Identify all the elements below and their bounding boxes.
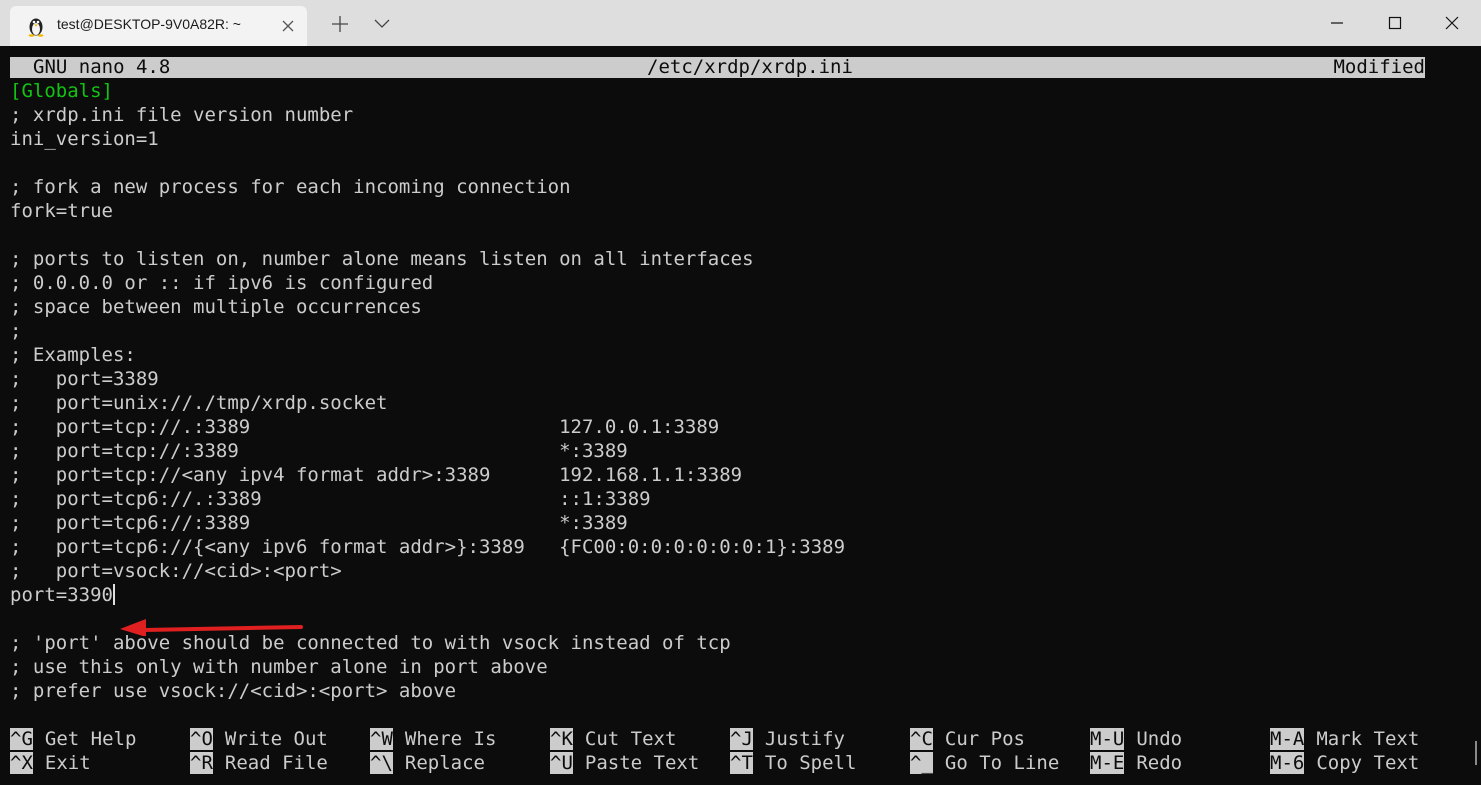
shortcut-justify[interactable]: ^J Justify	[730, 727, 845, 751]
shortcut-where-is[interactable]: ^W Where Is	[370, 727, 496, 751]
shortcut-copy-text[interactable]: M-6 Copy Text	[1270, 751, 1419, 775]
chevron-down-icon[interactable]	[372, 17, 392, 31]
shortcut-write-out[interactable]: ^O Write Out	[190, 727, 328, 751]
editor-line[interactable]: ; Examples:	[10, 343, 136, 367]
new-tab-plus-icon[interactable]	[330, 14, 350, 34]
red-arrow-annotation	[120, 619, 303, 636]
editor-line[interactable]: [Globals]	[10, 79, 113, 103]
editor-line[interactable]: ; prefer use vsock://<cid>:<port> above	[10, 679, 456, 703]
nano-header-bar: GNU nano 4.8 /etc/xrdp/xrdp.ini Modified	[10, 57, 1425, 78]
shortcut-read-file[interactable]: ^R Read File	[190, 751, 328, 775]
editor-line-current[interactable]: port=3390	[10, 583, 115, 607]
shortcut-to-spell[interactable]: ^T To Spell	[730, 751, 856, 775]
maximize-icon[interactable]	[1380, 8, 1410, 38]
editor-line[interactable]: ; port=3389	[10, 367, 159, 391]
file-path: /etc/xrdp/xrdp.ini	[647, 56, 853, 78]
terminal-tab[interactable]: test@DESKTOP-9V0A82R: ~	[10, 6, 307, 46]
shortcut-undo[interactable]: M-U Undo	[1090, 727, 1182, 751]
editor-line[interactable]: ; port=tcp6://{<any ipv6 format addr>}:3…	[10, 535, 845, 559]
nano-version: GNU nano 4.8	[33, 56, 171, 78]
shortcut-get-help[interactable]: ^G Get Help	[10, 727, 136, 751]
close-tab-icon[interactable]	[280, 18, 296, 34]
shortcut-paste-text[interactable]: ^U Paste Text	[550, 751, 699, 775]
modified-status: Modified	[1333, 56, 1425, 78]
shortcut-replace[interactable]: ^\ Replace	[370, 751, 485, 775]
editor-line[interactable]: fork=true	[10, 199, 113, 223]
shortcut-redo[interactable]: M-E Redo	[1090, 751, 1182, 775]
shortcut-cut-text[interactable]: ^K Cut Text	[550, 727, 676, 751]
editor-line[interactable]: ; port=vsock://<cid>:<port>	[10, 559, 342, 583]
scrollbar[interactable]	[1475, 741, 1477, 765]
editor-line[interactable]: ; 0.0.0.0 or :: if ipv6 is configured	[10, 271, 433, 295]
editor-line[interactable]: ; port=tcp6://.:3389 ::1:3389	[10, 487, 651, 511]
editor-line[interactable]: ;	[10, 319, 21, 343]
editor-line[interactable]: ; space between multiple occurrences	[10, 295, 422, 319]
editor-line[interactable]: ; fork a new process for each incoming c…	[10, 175, 571, 199]
terminal-area[interactable]: GNU nano 4.8 /etc/xrdp/xrdp.ini Modified…	[0, 46, 1481, 785]
editor-line[interactable]: ; ports to listen on, number alone means…	[10, 247, 754, 271]
editor-line[interactable]: ; port=unix://./tmp/xrdp.socket	[10, 391, 388, 415]
shortcut-go-to-line[interactable]: ^_ Go To Line	[910, 751, 1059, 775]
editor-line[interactable]: ; use this only with number alone in por…	[10, 655, 548, 679]
linux-tux-icon	[28, 18, 44, 37]
editor-line[interactable]: ini_version=1	[10, 127, 159, 151]
editor-line[interactable]: ; xrdp.ini file version number	[10, 103, 353, 127]
shortcut-mark-text[interactable]: M-A Mark Text	[1270, 727, 1419, 751]
text-cursor	[112, 584, 115, 605]
editor-line[interactable]: ; port=tcp://<any ipv4 format addr>:3389…	[10, 463, 742, 487]
minimize-icon[interactable]	[1322, 8, 1352, 38]
editor-line[interactable]: ; port=tcp6://:3389 *:3389	[10, 511, 628, 535]
editor-line[interactable]: ; port=tcp://.:3389 127.0.0.1:3389	[10, 415, 719, 439]
tab-title: test@DESKTOP-9V0A82R: ~	[57, 16, 241, 32]
shortcut-exit[interactable]: ^X Exit	[10, 751, 91, 775]
close-window-icon[interactable]	[1437, 8, 1467, 38]
title-bar: test@DESKTOP-9V0A82R: ~	[0, 0, 1481, 46]
shortcut-cur-pos[interactable]: ^C Cur Pos	[910, 727, 1025, 751]
current-line-text: port=3390	[10, 584, 113, 606]
editor-line[interactable]: ; port=tcp://:3389 *:3389	[10, 439, 628, 463]
